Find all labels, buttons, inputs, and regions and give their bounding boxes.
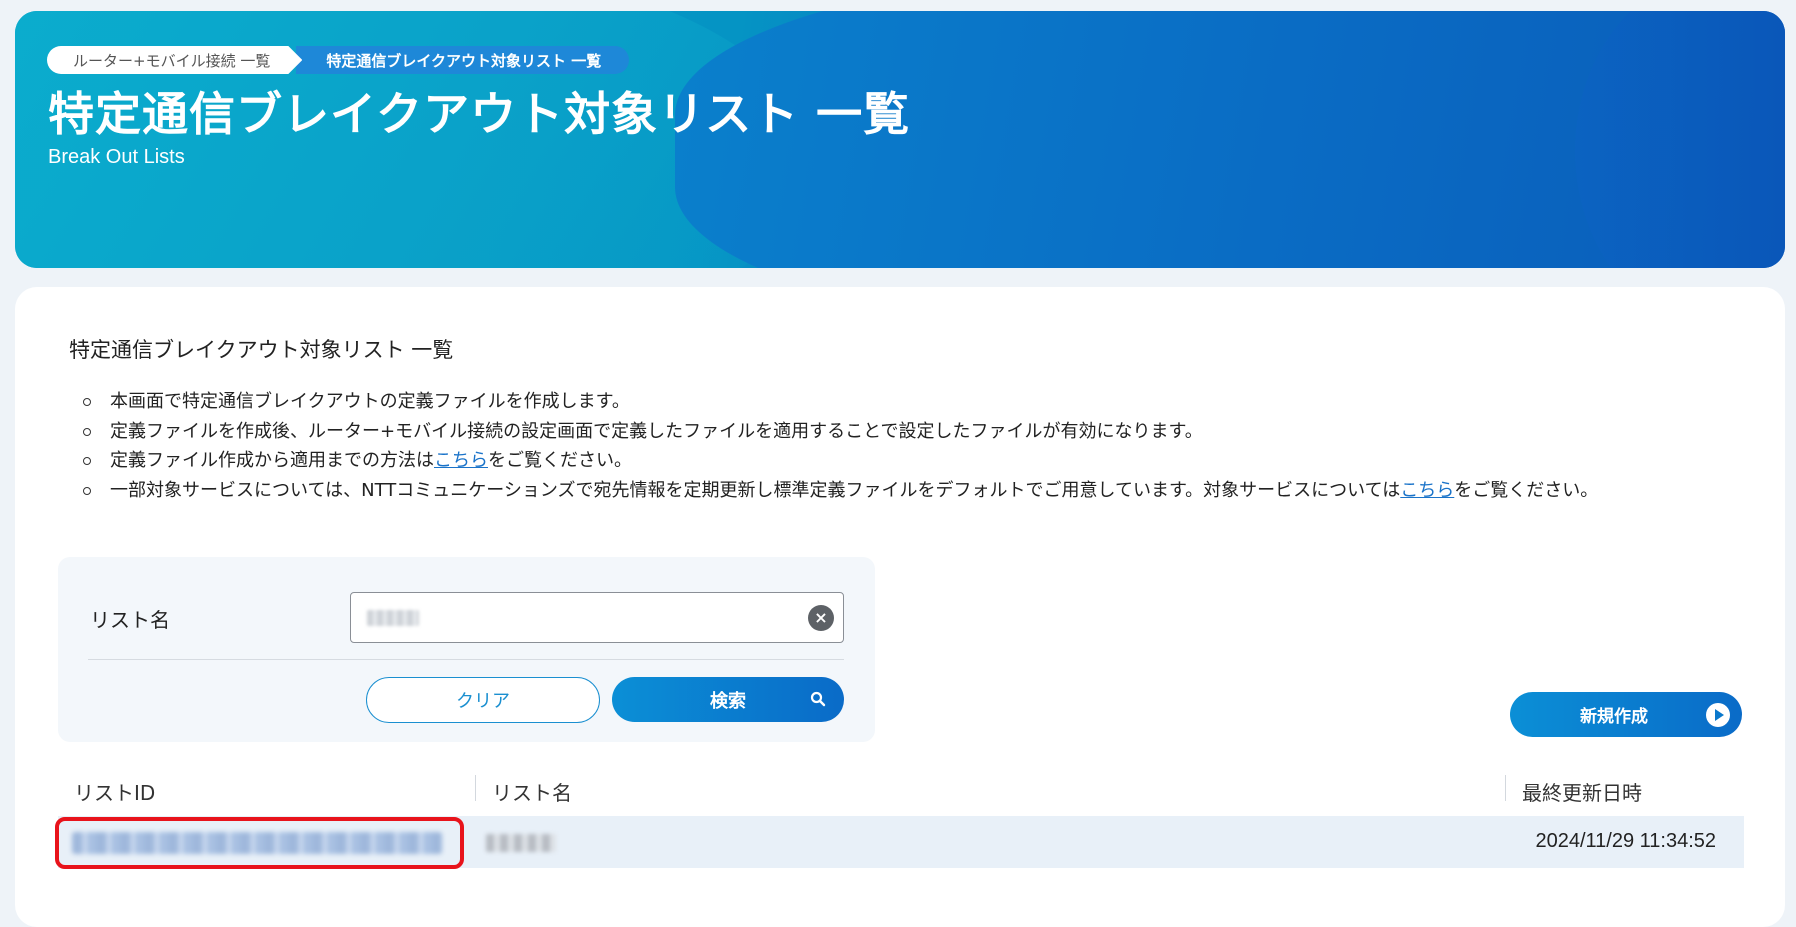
list-name-label: リスト名 (90, 608, 170, 632)
note-text: をご覧ください。 (488, 450, 632, 471)
list-name-input[interactable] (365, 606, 785, 630)
breadcrumb: ルーター+モバイル接続 一覧 特定通信ブレイクアウト対象リスト 一覧 (47, 46, 630, 74)
list-item: 定義ファイルを作成後、ルーター+モバイル接続の設定画面で定義したファイルを適用す… (83, 417, 1740, 447)
page-title: 特定通信ブレイクアウト対象リスト 一覧 (48, 87, 911, 141)
breadcrumb-item-router-mobile[interactable]: ルーター+モバイル接続 一覧 (47, 46, 302, 74)
breadcrumb-item-current: 特定通信ブレイクアウト対象リスト 一覧 (296, 46, 630, 74)
play-circle-icon (1706, 703, 1730, 727)
list-item: 定義ファイル作成から適用までの方法はこちらをご覧ください。 (83, 446, 1740, 476)
divider (88, 659, 844, 660)
page-subtitle: Break Out Lists (48, 146, 185, 168)
list-item: 一部対象サービスについては、NTTコミュニケーションズで宛先情報を定期更新し標準… (83, 476, 1740, 506)
create-new-button-label: 新規作成 (1580, 707, 1648, 727)
column-header-updated[interactable]: 最終更新日時 (1522, 777, 1642, 806)
list-item: 本画面で特定通信ブレイクアウトの定義ファイルを作成します。 (83, 387, 1740, 417)
guide-link[interactable]: こちら (434, 450, 488, 471)
clear-button[interactable]: クリア (366, 677, 600, 723)
search-button[interactable]: 検索 (612, 677, 844, 722)
note-text: 本画面で特定通信ブレイクアウトの定義ファイルを作成します。 (110, 391, 630, 412)
banner-wave-decoration (1575, 11, 1785, 268)
clear-button-label: クリア (456, 691, 510, 712)
column-divider (475, 775, 476, 801)
clear-input-icon[interactable]: × (808, 605, 834, 631)
section-title: 特定通信ブレイクアウト対象リスト 一覧 (69, 338, 454, 362)
column-divider (1505, 775, 1506, 801)
notes-list: 本画面で特定通信ブレイクアウトの定義ファイルを作成します。 定義ファイルを作成後… (83, 387, 1740, 506)
note-text: 一部対象サービスについては、NTTコミュニケーションズで宛先情報を定期更新し標準… (110, 479, 1401, 501)
note-text: をご覧ください。 (1454, 479, 1599, 501)
search-button-label: 検索 (710, 690, 746, 712)
table-header: リストID リスト名 最終更新日時 (58, 771, 1744, 809)
note-text: 定義ファイルを作成後、ルーター+モバイル接続の設定画面で定義したファイルを適用す… (110, 420, 1203, 442)
column-header-list-id[interactable]: リストID (74, 777, 155, 806)
masked-list-name (486, 834, 556, 852)
highlight-box (55, 817, 464, 869)
column-header-list-name[interactable]: リスト名 (492, 777, 572, 806)
create-new-button[interactable]: 新規作成 (1510, 692, 1742, 737)
note-text: 定義ファイル作成から適用までの方法は (110, 450, 434, 471)
list-name-field[interactable]: × (350, 592, 844, 643)
services-link[interactable]: こちら (1400, 480, 1454, 501)
search-icon (810, 691, 826, 707)
last-updated-cell: 2024/11/29 11:34:52 (1535, 830, 1716, 852)
